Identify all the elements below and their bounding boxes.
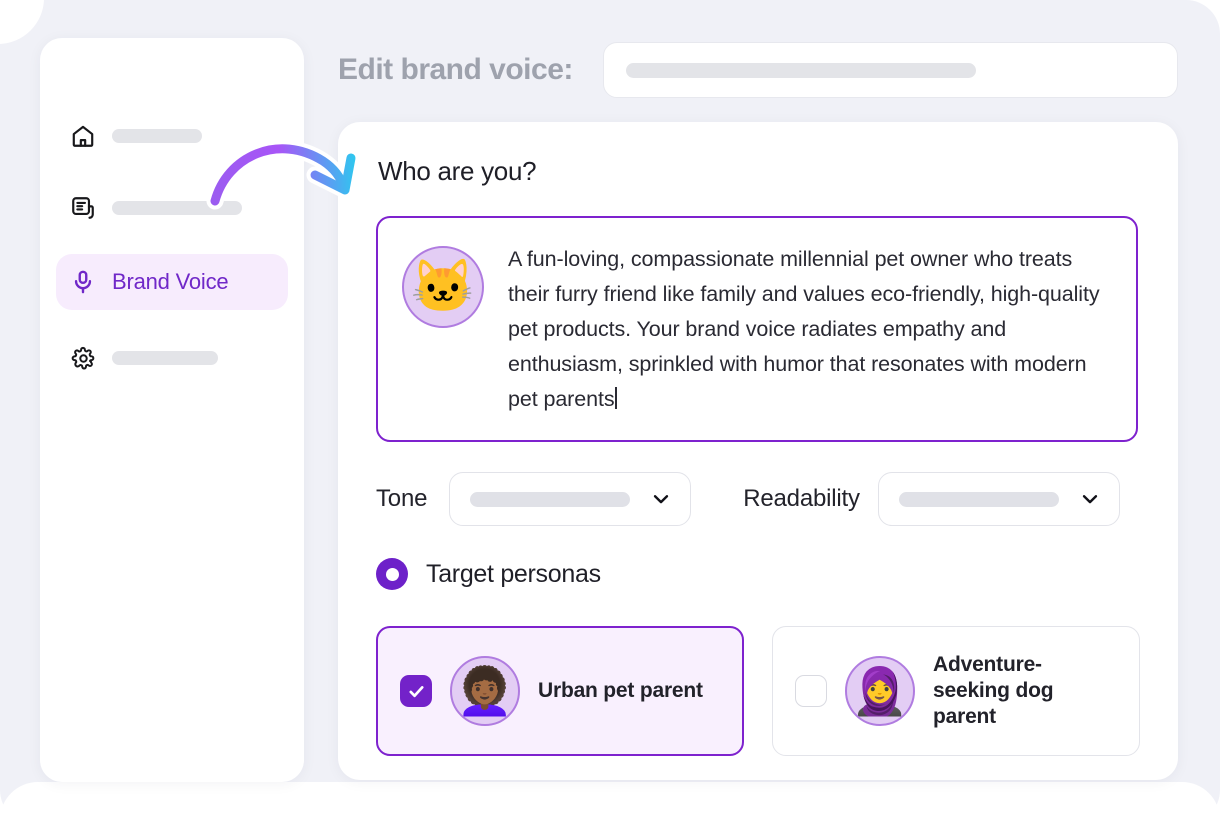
brand-voice-description-value: A fun-loving, compassionate millennial p…: [508, 247, 1100, 411]
microphone-icon: [70, 269, 96, 295]
woman-headscarf-avatar: 🧕: [845, 656, 915, 726]
cat-avatar-glyph: 🐱: [410, 258, 476, 316]
sidebar-item-brand-voice[interactable]: Brand Voice: [56, 254, 288, 310]
persona-card-urban-pet-parent[interactable]: 👩🏾‍🦱 Urban pet parent: [376, 626, 744, 756]
page-header: Edit brand voice:: [338, 42, 1178, 98]
sidebar: Brand Voice: [40, 38, 304, 782]
cat-with-sunglasses-avatar: 🐱: [402, 246, 484, 328]
brand-voice-name-input[interactable]: [602, 42, 1178, 98]
section-heading: Who are you?: [378, 156, 537, 186]
persona-avatar-glyph: 👩🏾‍🦱: [456, 665, 514, 717]
sidebar-item-home-label: [112, 129, 202, 143]
persona-card-adventure-seeking-dog-parent[interactable]: 🧕 Adventure-seeking dog parent: [772, 626, 1140, 756]
readability-select[interactable]: [877, 472, 1120, 526]
brand-voice-name-placeholder: [625, 62, 976, 78]
persona-card-list: 👩🏾‍🦱 Urban pet parent 🧕 Adventure-seekin…: [376, 626, 1140, 756]
persona-name-label: Adventure-seeking dog parent: [933, 653, 1054, 728]
tone-label: Tone: [376, 485, 428, 512]
tone-select[interactable]: [449, 472, 692, 526]
chevron-down-icon: [1079, 488, 1101, 510]
readability-label: Readability: [743, 485, 860, 512]
woman-blonde-braids-avatar: 👩🏾‍🦱: [450, 656, 520, 726]
sidebar-item-documents-label: [112, 201, 242, 215]
page-title: Edit brand voice:: [338, 53, 573, 86]
persona-checkbox-unchecked[interactable]: [795, 675, 827, 707]
text-cursor: [615, 387, 617, 409]
target-personas-label: Target personas: [426, 559, 601, 588]
readability-select-value: [898, 491, 1059, 507]
gear-icon: [70, 345, 96, 371]
backdrop-bottom-decoration: [0, 782, 1220, 824]
brand-voice-description-text: A fun-loving, compassionate millennial p…: [508, 242, 1112, 417]
home-icon: [70, 123, 96, 149]
persona-checkbox-checked[interactable]: [400, 675, 432, 707]
target-personas-radio[interactable]: [376, 558, 408, 590]
chevron-down-icon: [650, 488, 672, 510]
attribute-selects-row: Tone Readability: [376, 472, 1140, 526]
sidebar-item-settings[interactable]: [56, 330, 288, 386]
persona-name-label: Urban pet parent: [538, 679, 703, 702]
app-root: Brand Voice Edit brand voice: Who are yo…: [0, 0, 1220, 824]
radio-inner-dot: [385, 567, 399, 581]
brand-voice-description-textarea[interactable]: 🐱 A fun-loving, compassionate millennial…: [376, 216, 1138, 442]
target-personas-header[interactable]: Target personas: [376, 558, 601, 590]
brand-voice-form-card: Who are you? 🐱 A fun-loving, compassiona…: [338, 122, 1178, 780]
sidebar-item-brand-voice-label: Brand Voice: [112, 269, 229, 294]
tone-select-value: [470, 491, 631, 507]
sidebar-item-documents[interactable]: [56, 180, 288, 236]
sidebar-item-settings-label: [112, 351, 218, 365]
document-icon: [70, 195, 96, 221]
sidebar-item-home[interactable]: [56, 108, 288, 164]
persona-avatar-glyph: 🧕: [851, 665, 909, 717]
